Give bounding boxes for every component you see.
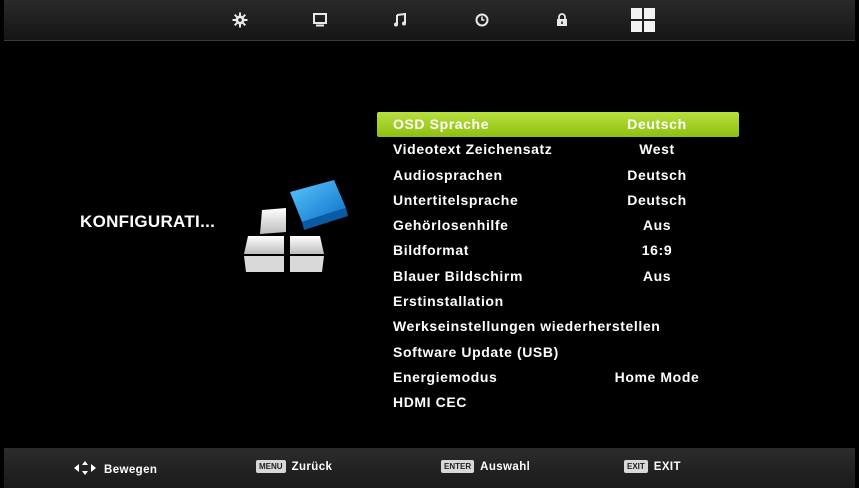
menu-item-label: Audiosprachen — [393, 166, 503, 183]
menu-item-label: Software Update (USB) — [393, 343, 559, 360]
tab-sound[interactable] — [387, 8, 413, 32]
menu-item-value: 16:9 — [641, 242, 673, 259]
menu-item[interactable]: Bildformat 16:9 — [377, 238, 739, 263]
hint-back-label: Zurück — [291, 460, 333, 473]
hint-exit-label: EXIT — [653, 460, 681, 473]
menu-tab-bar — [4, 0, 855, 41]
menu-item[interactable]: Erstinstallation — [377, 289, 739, 314]
hint-exit: EXIT EXIT — [624, 460, 681, 473]
hint-select: ENTER Auswahl — [441, 460, 530, 473]
menu-item-value: Aus — [642, 267, 672, 284]
menu-item[interactable]: Videotext Zeichensatz West — [377, 137, 739, 162]
menu-item-label: OSD Sprache — [393, 116, 490, 132]
hint-move-label: Bewegen — [104, 463, 158, 476]
configuration-logo-icon — [242, 178, 357, 283]
exit-key-icon: EXIT — [624, 460, 648, 473]
menu-item-label: Blauer Bildschirm — [393, 267, 524, 284]
menu-item[interactable]: HDMI CEC — [377, 390, 739, 415]
menu-item[interactable]: OSD Sprache Deutsch — [377, 112, 739, 138]
tab-lock[interactable] — [549, 8, 575, 32]
menu-item-value: West — [639, 141, 675, 158]
menu-item-label: Gehörlosenhilfe — [393, 217, 509, 234]
enter-key-icon: ENTER — [441, 460, 475, 473]
menu-item-value: Aus — [642, 217, 672, 234]
menu-item[interactable]: Blauer Bildschirm Aus — [377, 264, 739, 289]
menu-item-value: Home Mode — [614, 368, 700, 385]
menu-item[interactable]: Software Update (USB) — [377, 340, 739, 365]
settings-menu: OSD Sprache Deutsch Videotext Zeichensatz W… — [377, 112, 739, 416]
tv-menu-screen: KONFIGURATI... OSD Sprache Deutsch Video… — [4, 0, 855, 488]
menu-item[interactable]: Untertitelsprache Deutsch — [377, 188, 739, 213]
menu-item-label: Videotext Zeichensatz — [393, 141, 553, 158]
menu-item-label: HDMI CEC — [393, 394, 468, 411]
menu-item-label: Untertitelsprache — [393, 191, 519, 208]
menu-item-label: Erstinstallation — [393, 293, 504, 310]
monitor-icon — [313, 13, 327, 27]
menu-item[interactable]: Audiosprachen Deutsch — [377, 163, 739, 188]
menu-item[interactable]: Werkseinstellungen wiederherstellen — [377, 314, 739, 339]
clock-icon — [475, 13, 489, 27]
tab-picture[interactable] — [307, 8, 333, 32]
menu-item-label: Energiemodus — [393, 368, 498, 385]
gear-icon — [232, 12, 248, 28]
section-title: KONFIGURATI... — [80, 212, 216, 231]
tab-time[interactable] — [469, 8, 495, 32]
hint-move: Bewegen — [72, 460, 157, 479]
lock-icon — [556, 13, 568, 27]
tab-configuration[interactable] — [628, 5, 658, 35]
hint-select-label: Auswahl — [480, 460, 531, 473]
menu-item-value: Deutsch — [627, 166, 687, 183]
dpad-icon — [72, 460, 98, 479]
menu-item-value: Deutsch — [627, 191, 687, 208]
music-note-icon — [393, 13, 407, 27]
menu-item-label: Werkseinstellungen wiederherstellen — [393, 318, 661, 335]
menu-item[interactable]: Energiemodus Home Mode — [377, 365, 739, 390]
menu-key-icon: MENU — [256, 460, 286, 473]
hint-back: MENU Zurück — [256, 460, 332, 473]
menu-item-label: Bildformat — [393, 242, 469, 259]
menu-item[interactable]: Gehörlosenhilfe Aus — [377, 213, 739, 238]
menu-item-value: Deutsch — [627, 116, 687, 132]
grid-icon — [630, 7, 656, 33]
hint-bar: Bewegen MENU Zurück ENTER Auswahl EXIT E… — [4, 448, 855, 488]
tab-setup[interactable] — [227, 8, 253, 32]
